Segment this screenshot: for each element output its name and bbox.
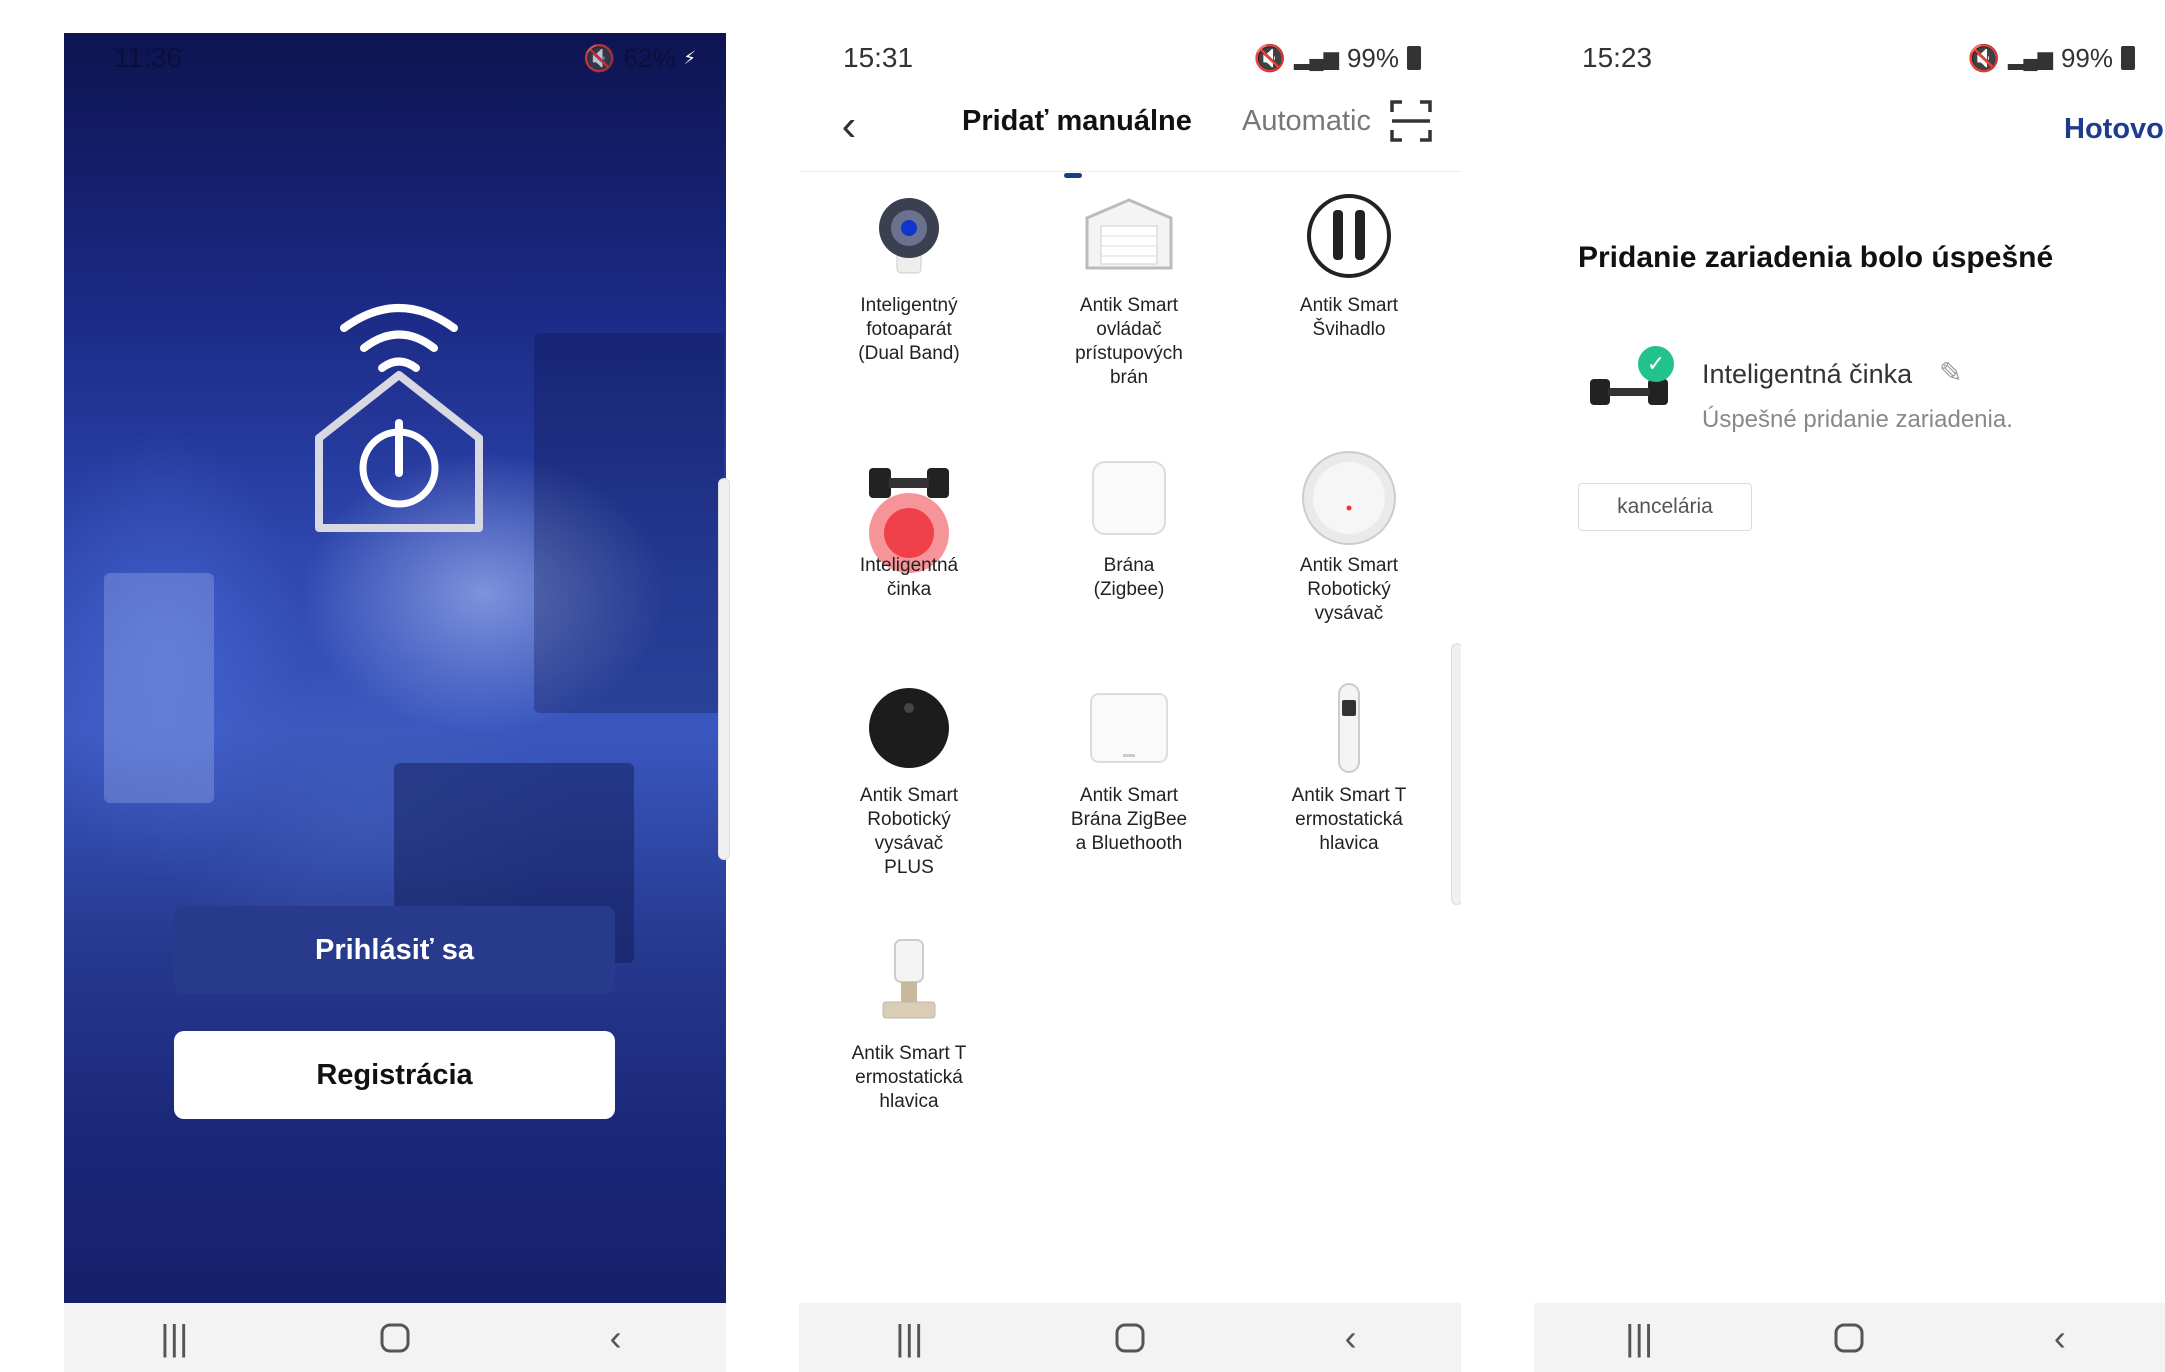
status-time: 15:23: [1582, 42, 1653, 73]
thermostat-valve-icon: [859, 936, 959, 1036]
status-bar: 15:31 🔇 ▂▄▆ 99%: [799, 33, 1461, 83]
status-time: 15:31: [843, 42, 914, 73]
device-tile-thermostat-valve[interactable]: Antik Smart T ermostatická hlavica: [799, 936, 1019, 1114]
device-added-screen: 15:23 🔇 ▂▄▆ 99% Hotovo Pridanie zariaden…: [1534, 33, 2165, 1372]
tab-header: ‹ Pridať manuálne Automatic: [799, 83, 1461, 178]
battery-level: 99%: [1346, 42, 1399, 73]
status-time: 11:36: [114, 42, 182, 73]
zigbee-gateway-icon: [1079, 448, 1179, 548]
back-nav-icon[interactable]: ‹: [586, 1308, 646, 1368]
recent-apps-icon[interactable]: |||: [144, 1308, 204, 1368]
home-icon[interactable]: [1100, 1308, 1160, 1368]
device-tile-camera[interactable]: Inteligentný fotoaparát (Dual Band): [799, 188, 1019, 366]
status-bar: 11:36 🔇 62% ⚡: [64, 33, 726, 83]
camera-icon: [859, 188, 959, 288]
device-label: Brána (Zigbee): [1093, 555, 1165, 600]
tab-manual-add[interactable]: Pridať manuálne: [962, 105, 1192, 138]
device-label: Antik Smart Robotický vysávač PLUS: [859, 785, 959, 878]
recent-apps-icon[interactable]: |||: [879, 1308, 939, 1368]
mute-icon: 🔇: [1253, 42, 1287, 73]
device-label: Antik Smart Brána ZigBee a Bluethooth: [1070, 785, 1188, 854]
smart-home-logo-icon: [315, 304, 483, 532]
back-nav-icon[interactable]: ‹: [1321, 1308, 1381, 1368]
device-tile-robot-vacuum[interactable]: Antik Smart Robotický vysávač: [1239, 448, 1459, 626]
device-tile-zigbee-gateway[interactable]: Brána (Zigbee): [1019, 448, 1239, 602]
tab-auto-scan[interactable]: Automatic: [1242, 105, 1370, 138]
battery-icon: [1407, 46, 1421, 70]
login-button[interactable]: Prihlásiť sa: [174, 906, 615, 994]
device-label: Inteligentný fotoaparát (Dual Band): [858, 295, 960, 364]
status-bar: 15:23 🔇 ▂▄▆ 99%: [1534, 33, 2165, 83]
register-button[interactable]: Registrácia: [174, 1031, 615, 1119]
battery-level: 99%: [2060, 42, 2113, 73]
done-button[interactable]: Hotovo: [2064, 113, 2164, 146]
charging-icon: ⚡: [683, 47, 696, 68]
device-added-subtitle: Úspešné pridanie zariadenia.: [1702, 406, 2013, 433]
home-icon[interactable]: [365, 1308, 425, 1368]
device-label: Antik Smart T ermostatická hlavica: [851, 1043, 967, 1112]
robot-vacuum-black-icon: [859, 678, 959, 778]
robot-vacuum-white-icon: [1299, 448, 1399, 548]
device-name: Inteligentná činka: [1702, 359, 1913, 389]
signal-icon: ▂▄▆: [1294, 47, 1339, 70]
edge-panel-handle-left[interactable]: [718, 478, 730, 860]
success-title: Pridanie zariadenia bolo úspešné: [1578, 241, 2054, 274]
recent-apps-icon[interactable]: |||: [1609, 1308, 1669, 1368]
mute-icon: 🔇: [582, 42, 616, 73]
room-chip[interactable]: kancelária: [1578, 483, 1752, 531]
zigbee-bluetooth-gateway-icon: [1079, 678, 1179, 778]
jump-rope-icon: [1299, 188, 1399, 288]
system-nav-bar: ||| ‹: [64, 1303, 726, 1372]
system-nav-bar: ||| ‹: [1534, 1303, 2165, 1372]
device-tile-jump-rope[interactable]: Antik Smart Švihadlo: [1239, 188, 1459, 342]
back-nav-icon[interactable]: ‹: [2030, 1308, 2090, 1368]
device-tile-zigbee-bluetooth-gateway[interactable]: Antik Smart Brána ZigBee a Bluethooth: [1019, 678, 1239, 856]
success-check-icon: ✓: [1638, 346, 1674, 382]
device-tile-dumbbell[interactable]: Inteligentná činka: [799, 448, 1019, 602]
device-label: Antik Smart Švihadlo: [1299, 295, 1399, 340]
device-label: Antik Smart Robotický vysávač: [1299, 555, 1399, 624]
login-screen: 11:36 🔇 62% ⚡ Prihlásiť sa Registrácia |…: [64, 33, 726, 1372]
mute-icon: 🔇: [1967, 42, 2001, 73]
gate-controller-icon: [1079, 188, 1179, 288]
signal-icon: ▂▄▆: [2008, 47, 2053, 70]
back-arrow-icon[interactable]: ‹: [829, 101, 869, 151]
device-label: Antik Smart ovládač prístupových brán: [1075, 295, 1183, 388]
device-label: Antik Smart T ermostatická hlavica: [1291, 785, 1407, 854]
device-tile-robot-vacuum-plus[interactable]: Antik Smart Robotický vysávač PLUS: [799, 678, 1019, 880]
battery-icon: [2121, 46, 2135, 70]
thermostat-head-icon: [1299, 678, 1399, 778]
device-label: Inteligentná činka: [859, 555, 959, 600]
edge-panel-handle[interactable]: [1451, 643, 1461, 905]
active-tab-indicator: [1064, 173, 1082, 178]
battery-level: 62%: [623, 42, 676, 73]
device-tile-thermostat-head[interactable]: Antik Smart T ermostatická hlavica: [1239, 678, 1459, 856]
home-icon[interactable]: [1819, 1308, 1879, 1368]
edit-pencil-icon[interactable]: ✎: [1939, 356, 1962, 389]
scan-qr-icon[interactable]: [1389, 99, 1433, 143]
system-nav-bar: ||| ‹: [799, 1303, 1461, 1372]
device-tile-gate-controller[interactable]: Antik Smart ovládač prístupových brán: [1019, 188, 1239, 390]
add-device-screen: 15:31 🔇 ▂▄▆ 99% ‹ Pridať manuálne Automa…: [799, 33, 1461, 1372]
